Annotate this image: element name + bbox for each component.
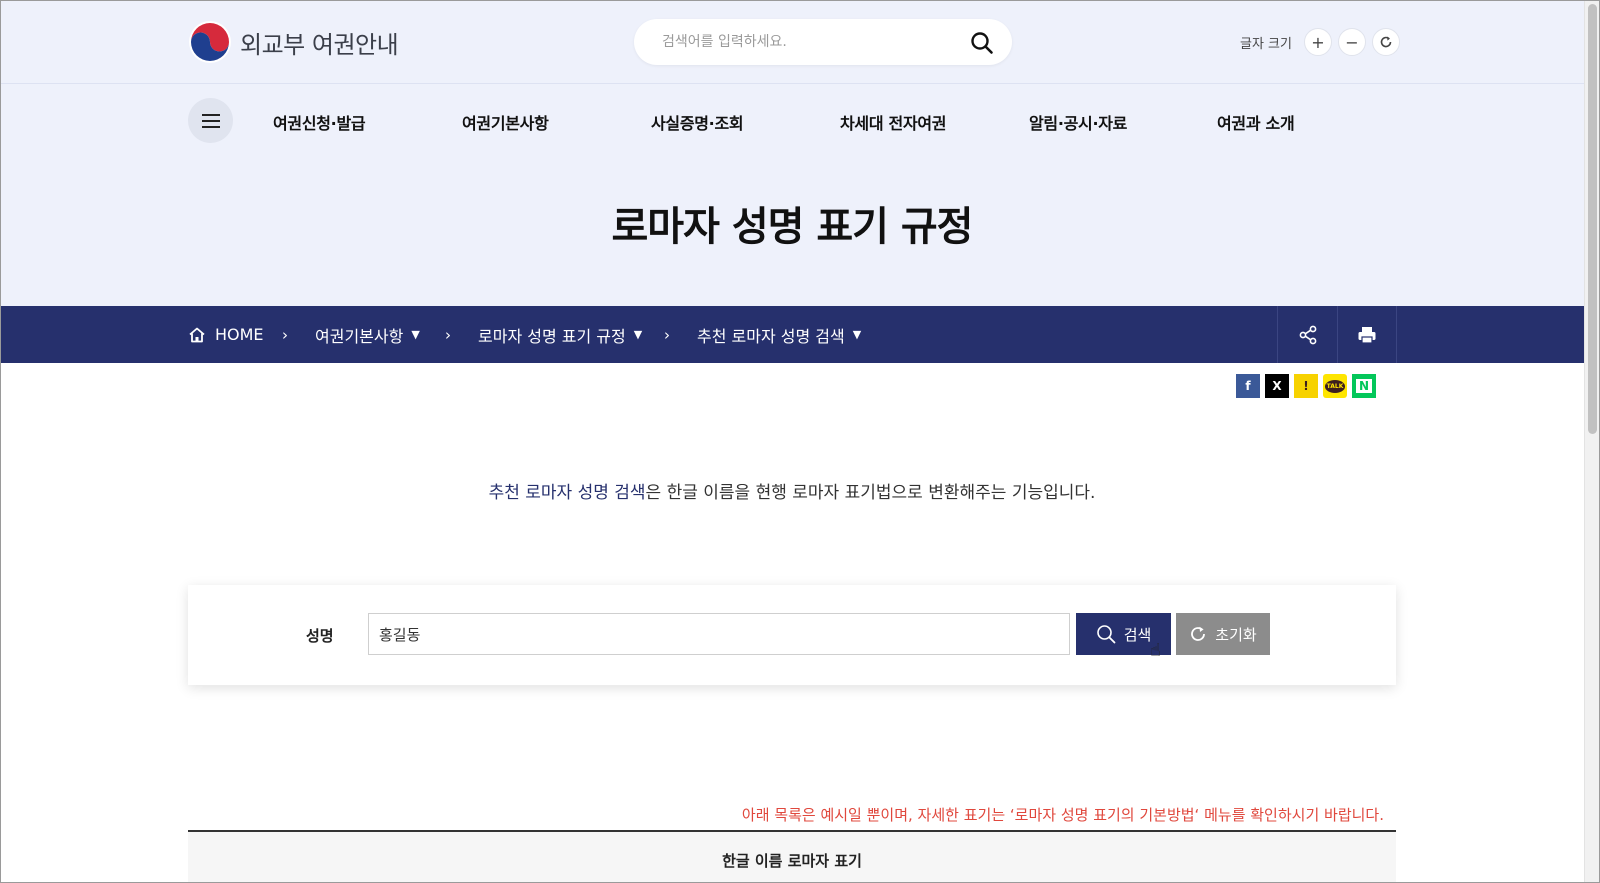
caret-down-icon: ▼ [633, 328, 643, 341]
global-search-input[interactable] [662, 31, 952, 53]
font-increase-button[interactable]: + [1303, 28, 1332, 56]
scrollbar-thumb[interactable] [1588, 4, 1597, 434]
all-menu-button[interactable] [188, 98, 233, 143]
share-icon [1299, 325, 1316, 344]
naver-icon: N [1355, 379, 1373, 393]
gnb-item-certificate-inquiry[interactable]: 사실증명·조회 [651, 110, 744, 134]
name-field-label: 성명 [306, 627, 334, 645]
global-search-button[interactable] [968, 29, 996, 57]
gnb-item-notices[interactable]: 알림·공시·자료 [1029, 110, 1127, 134]
font-reset-button[interactable] [1371, 28, 1400, 56]
chevron-right-icon: › [664, 325, 670, 344]
refresh-icon [1191, 626, 1206, 641]
result-table-header: 한글 이름 로마자 표기 [188, 830, 1396, 883]
x-share-button[interactable]: X [1265, 374, 1289, 398]
gnb-item-passport-application[interactable]: 여권신청·발급 [273, 110, 366, 134]
breadcrumb-level2-label: 로마자 성명 표기 규정 [478, 326, 626, 346]
name-search-form: 성명 검색 초기화 [188, 585, 1396, 685]
search-button-label: 검색 [1123, 626, 1152, 644]
facebook-share-button[interactable]: f [1236, 374, 1260, 398]
caret-down-icon: ▼ [852, 328, 862, 341]
search-icon [1096, 625, 1116, 644]
taegeuk-logo-icon [189, 21, 231, 63]
breadcrumb-level1[interactable]: 여권기본사항 ▼ [315, 306, 420, 363]
kakaotalk-share-button[interactable]: TALK [1323, 374, 1347, 398]
intro-text: 추천 로마자 성명 검색은 한글 이름을 현행 로마자 표기법으로 변환해주는 … [0, 478, 1584, 503]
print-button[interactable] [1337, 306, 1397, 363]
kakaostory-share-button[interactable]: ! [1294, 374, 1318, 398]
gnb-item-next-gen-epassport[interactable]: 차세대 전자여권 [840, 110, 947, 134]
main-navigation: 여권신청·발급 여권기본사항 사실증명·조회 차세대 전자여권 알림·공시·자료… [0, 84, 1584, 164]
hamburger-icon [201, 113, 220, 128]
kakaostory-icon: ! [1303, 379, 1309, 393]
minus-icon: − [1345, 32, 1359, 52]
kakaotalk-icon: TALK [1324, 379, 1346, 393]
page-title-area: 로마자 성명 표기 규정 [0, 164, 1584, 306]
plus-icon: + [1311, 32, 1325, 52]
logo-text: 외교부 여권안내 [240, 30, 399, 59]
site-logo[interactable]: 외교부 여권안내 [188, 20, 399, 64]
font-decrease-button[interactable]: − [1337, 28, 1366, 56]
table-header-cell: 한글 이름 로마자 표기 [722, 852, 862, 870]
breadcrumb-level3[interactable]: 추천 로마자 성명 검색 ▼ [697, 306, 861, 363]
global-search-box [634, 19, 1012, 65]
home-icon [189, 327, 205, 342]
font-size-label: 글자 크기 [1240, 36, 1292, 52]
breadcrumb-home[interactable]: HOME [188, 306, 264, 363]
search-icon [971, 32, 993, 54]
chevron-right-icon: › [445, 325, 451, 344]
sns-share-list: f X ! TALK N [1236, 374, 1376, 398]
reset-button-label: 초기화 [1215, 626, 1257, 644]
gnb-item-passport-basics[interactable]: 여권기본사항 [462, 110, 549, 134]
notice-text: 아래 목록은 예시일 뿐이며, 자세한 표기는 ‘로마자 성명 표기의 기본방법… [741, 806, 1384, 824]
intro-rest: 은 한글 이름을 현행 로마자 표기법으로 변환해주는 기능입니다. [645, 483, 1096, 503]
intro-highlight: 추천 로마자 성명 검색 [488, 483, 646, 503]
breadcrumb-level2[interactable]: 로마자 성명 표기 규정 ▼ [478, 306, 642, 363]
breadcrumb-level3-label: 추천 로마자 성명 검색 [697, 326, 845, 346]
font-size-control: 글자 크기 + − [1240, 28, 1400, 56]
print-icon [1358, 326, 1376, 344]
share-button[interactable] [1277, 306, 1337, 363]
mouse-pointer-icon: ☝ [1150, 640, 1161, 661]
facebook-icon: f [1245, 379, 1251, 393]
breadcrumb-level1-label: 여권기본사항 [315, 326, 404, 346]
breadcrumb-home-label: HOME [215, 325, 264, 344]
x-icon: X [1272, 379, 1282, 393]
name-input[interactable] [368, 613, 1070, 655]
reset-button[interactable]: 초기화 [1176, 613, 1270, 655]
caret-down-icon: ▼ [411, 328, 420, 341]
breadcrumb: HOME › 여권기본사항 ▼ › 로마자 성명 표기 규정 ▼ › 추천 로마… [0, 306, 1584, 363]
top-header: 외교부 여권안내 글자 크기 + − [0, 0, 1584, 84]
chevron-right-icon: › [282, 325, 288, 344]
gnb-item-about[interactable]: 여권과 소개 [1217, 110, 1295, 134]
refresh-icon [1380, 36, 1392, 48]
naver-share-button[interactable]: N [1352, 374, 1376, 398]
vertical-scrollbar[interactable] [1584, 0, 1600, 883]
page-title: 로마자 성명 표기 규정 [611, 204, 974, 250]
